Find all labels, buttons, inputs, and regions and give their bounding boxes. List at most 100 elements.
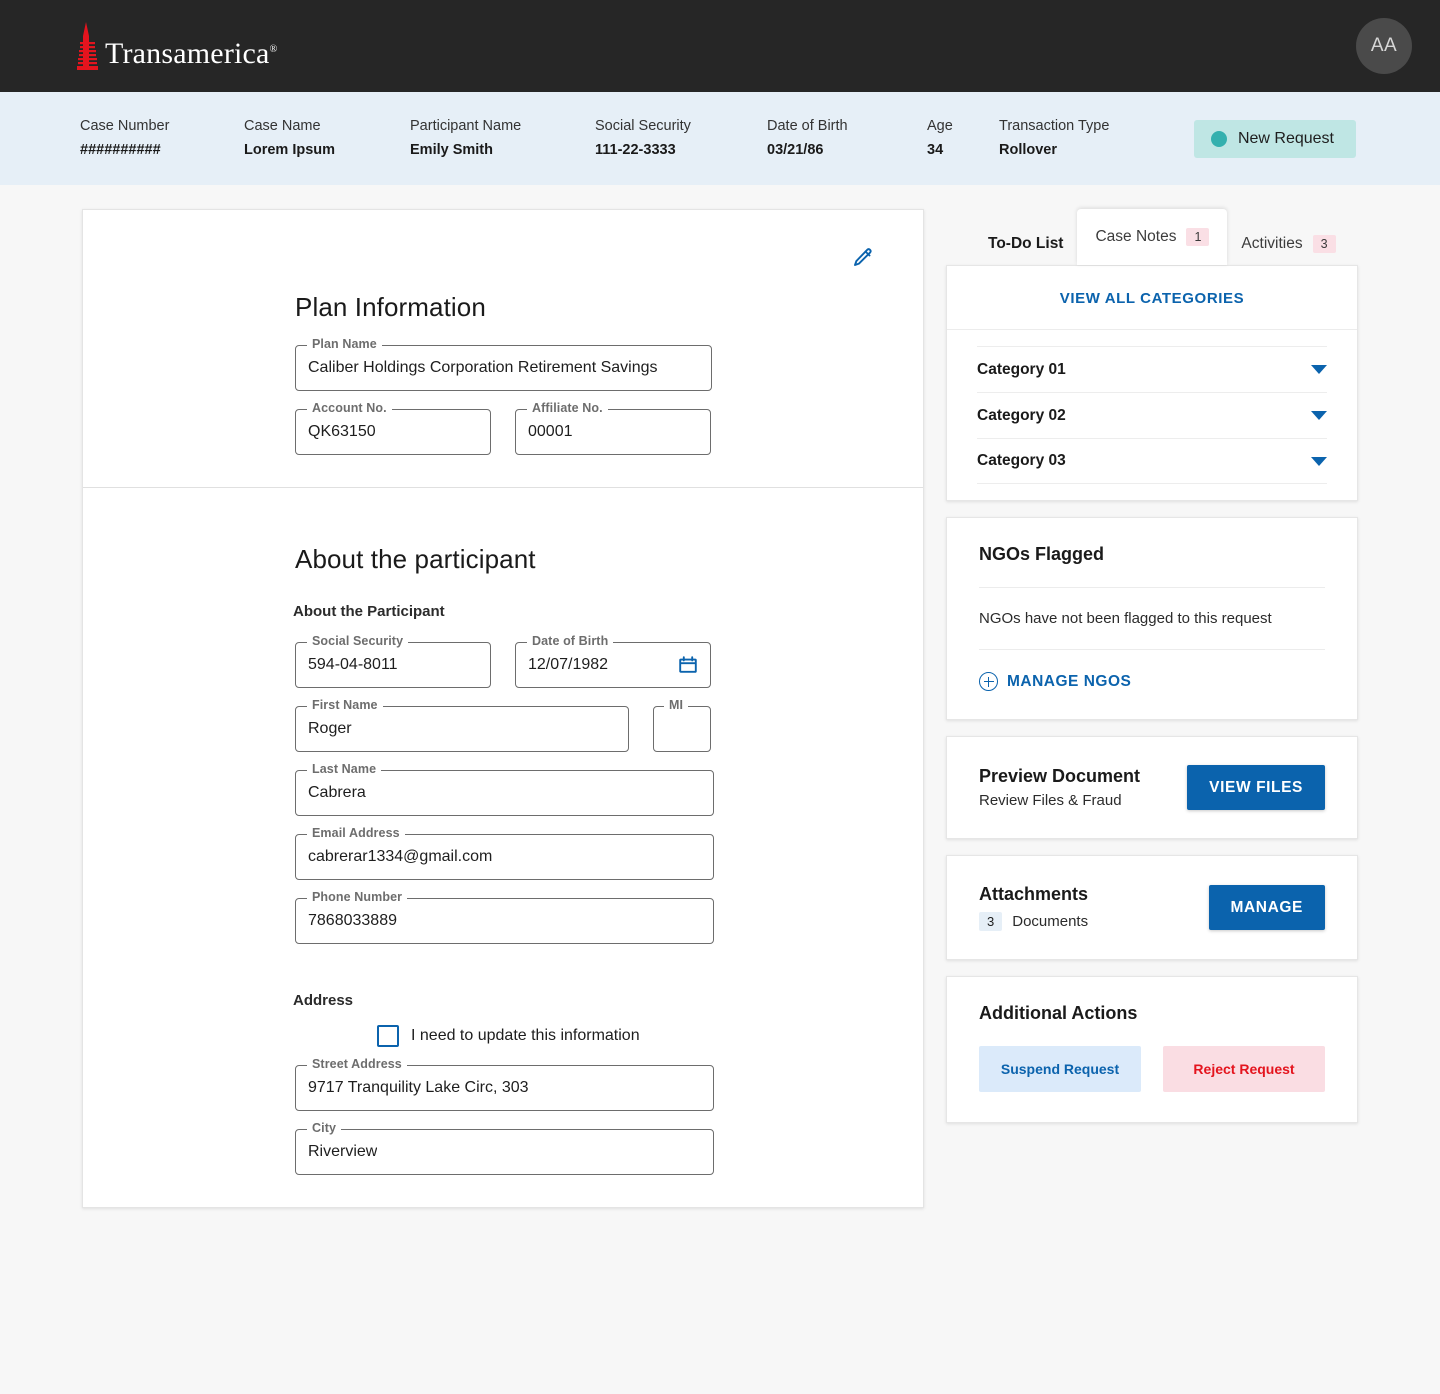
case-field-value: Lorem Ipsum: [244, 141, 336, 158]
affiliate-no-value: 00001: [528, 423, 573, 440]
additional-actions-title: Additional Actions: [979, 1003, 1138, 1023]
affiliate-no-label: Affiliate No.: [527, 401, 608, 415]
update-info-checkbox[interactable]: [377, 1025, 399, 1047]
participant-fields: Social Security 594-04-8011 Date of Birt…: [295, 634, 923, 944]
category-label: Category 01: [977, 360, 1066, 378]
tab-case-notes[interactable]: Case Notes 1: [1077, 209, 1228, 265]
case-field-value: Emily Smith: [410, 141, 493, 158]
ngos-card-title: NGOs Flagged: [979, 544, 1105, 564]
page-body: Plan Information Plan Name Caliber Holdi…: [0, 185, 1440, 1208]
plan-information-section: Plan Information Plan Name Caliber Holdi…: [83, 210, 923, 488]
pyramid-logo-icon: [76, 21, 98, 70]
attachments-card: Attachments 3 Documents MANAGE: [946, 855, 1358, 960]
city-label: City: [307, 1121, 342, 1135]
first-name-field[interactable]: First Name Roger: [295, 698, 629, 752]
email-address-value: cabrerar1334@gmail.com: [308, 848, 493, 865]
calendar-icon[interactable]: [678, 655, 698, 675]
middle-initial-label: MI: [664, 698, 689, 712]
pencil-icon: [851, 248, 875, 273]
field-row: First Name Roger MI: [295, 698, 923, 752]
edit-toolbar: [83, 210, 923, 270]
about-participant-title: About the participant: [295, 544, 536, 574]
address-fields: Street Address 9717 Tranquility Lake Cir…: [295, 1057, 923, 1175]
ngos-card-note: NGOs have not been flagged to this reque…: [979, 610, 1272, 627]
preview-card-body: Preview Document Review Files & Fraud VI…: [947, 737, 1357, 838]
edit-pencil-button[interactable]: [851, 246, 875, 270]
manage-attachments-button[interactable]: MANAGE: [1208, 885, 1325, 930]
additional-actions-card: Additional Actions Suspend Request Rejec…: [946, 976, 1358, 1123]
last-name-label: Last Name: [307, 762, 382, 776]
about-participant-section: About the participant About the Particip…: [83, 544, 923, 1207]
account-no-field[interactable]: Account No. QK63150: [295, 401, 491, 455]
update-info-checkbox-row[interactable]: I need to update this information: [377, 1025, 923, 1047]
last-name-field[interactable]: Last Name Cabrera: [295, 762, 714, 816]
brand-name: Transamerica®: [105, 38, 278, 71]
participant-ssn-field[interactable]: Social Security 594-04-8011: [295, 634, 491, 688]
tab-label: Case Notes: [1095, 228, 1177, 245]
tab-badge-count: 3: [1312, 234, 1336, 254]
view-all-categories-link[interactable]: VIEW ALL CATEGORIES: [947, 266, 1357, 330]
address-heading: Address: [293, 992, 354, 1009]
participant-dob-value: 12/07/1982: [528, 656, 609, 673]
page-title: Plan Information: [295, 292, 486, 322]
categories-card: VIEW ALL CATEGORIES Category 01 Category…: [946, 265, 1358, 501]
chevron-down-icon[interactable]: [1311, 456, 1327, 466]
city-value: Riverview: [308, 1143, 378, 1160]
first-name-label: First Name: [307, 698, 383, 712]
category-label: Category 03: [977, 452, 1066, 469]
attachments-card-text: Attachments 3 Documents: [979, 884, 1088, 931]
case-field-value: 111-22-3333: [595, 141, 676, 158]
case-field-label: Case Number: [80, 117, 170, 134]
avatar-initials: AA: [1370, 35, 1398, 56]
field-row: Email Address cabrerar1334@gmail.com: [295, 826, 923, 880]
additional-actions-body: Additional Actions Suspend Request Rejec…: [947, 977, 1357, 1122]
status-badge[interactable]: New Request: [1193, 119, 1356, 158]
chevron-down-icon[interactable]: [1311, 365, 1327, 374]
tab-to-do-list[interactable]: To-Do List: [974, 223, 1077, 265]
tab-activities[interactable]: Activities 3: [1227, 223, 1349, 265]
case-field-social-security: Social Security 111-22-3333: [595, 116, 767, 162]
email-address-field[interactable]: Email Address cabrerar1334@gmail.com: [295, 826, 714, 880]
avatar[interactable]: AA: [1356, 18, 1412, 74]
affiliate-no-field[interactable]: Affiliate No. 00001: [515, 401, 711, 455]
middle-initial-field[interactable]: MI: [653, 698, 711, 752]
category-label: Category 02: [977, 406, 1066, 424]
case-field-value: Rollover: [999, 141, 1058, 158]
suspend-request-button[interactable]: Suspend Request: [979, 1046, 1141, 1092]
attachments-count: 3: [979, 912, 1003, 931]
sidebar-tabs: To-Do List Case Notes 1 Activities 3: [946, 209, 1358, 265]
status-dot-icon: [1210, 130, 1227, 147]
street-address-field[interactable]: Street Address 9717 Tranquility Lake Cir…: [295, 1057, 714, 1111]
case-field-label: Transaction Type: [999, 117, 1110, 134]
tab-label: To-Do List: [988, 235, 1064, 252]
category-row[interactable]: Category 01: [977, 346, 1327, 392]
case-field-transaction-type: Transaction Type Rollover: [999, 116, 1189, 162]
transamerica-logo[interactable]: Transamerica®: [76, 21, 278, 71]
participant-dob-field[interactable]: Date of Birth 12/07/1982: [515, 634, 711, 688]
attachments-card-body: Attachments 3 Documents MANAGE: [947, 856, 1357, 959]
last-name-value: Cabrera: [308, 784, 366, 801]
phone-number-field[interactable]: Phone Number 7868033889: [295, 890, 714, 944]
categories-list: Category 01 Category 02 Category 03: [947, 330, 1357, 500]
account-no-label: Account No.: [307, 401, 392, 415]
ngos-card-body: NGOs Flagged NGOs have not been flagged …: [947, 518, 1357, 719]
field-row: Account No. QK63150 Affiliate No. 00001: [295, 401, 923, 455]
reject-request-button[interactable]: Reject Request: [1163, 1046, 1325, 1092]
case-field-case-name: Case Name Lorem Ipsum: [244, 116, 410, 162]
attachments-count-label: Documents: [1012, 913, 1089, 930]
plan-name-field[interactable]: Plan Name Caliber Holdings Corporation R…: [295, 337, 712, 391]
city-field[interactable]: City Riverview: [295, 1121, 714, 1175]
attachments-card-title: Attachments: [979, 884, 1089, 904]
manage-ngos-button[interactable]: MANAGE NGOS: [979, 672, 1325, 691]
account-no-value: QK63150: [308, 423, 376, 440]
case-field-label: Social Security: [595, 117, 691, 134]
chevron-down-icon[interactable]: [1311, 411, 1327, 420]
preview-card-text: Preview Document Review Files & Fraud: [979, 766, 1140, 809]
category-row[interactable]: Category 03: [977, 438, 1327, 484]
case-field-age: Age 34: [927, 116, 999, 162]
street-address-label: Street Address: [307, 1057, 407, 1071]
phone-number-label: Phone Number: [307, 890, 408, 904]
registered-mark: ®: [269, 43, 278, 55]
view-files-button[interactable]: VIEW FILES: [1187, 765, 1325, 810]
category-row[interactable]: Category 02: [977, 392, 1327, 438]
